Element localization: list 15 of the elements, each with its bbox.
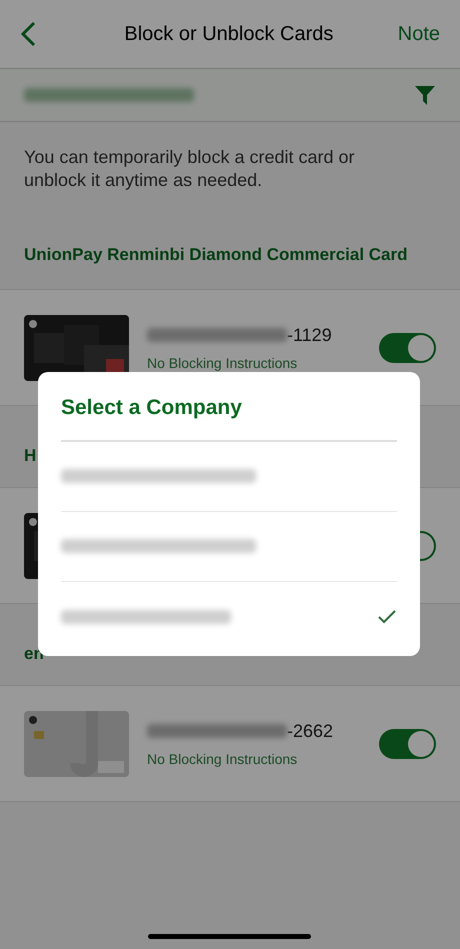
dialog-title: Select a Company — [61, 395, 243, 421]
card-status: No Blocking Instructions — [147, 750, 298, 769]
toggle-switch[interactable] — [379, 332, 436, 362]
back-icon[interactable] — [20, 21, 36, 47]
card-status: No Blocking Instructions — [147, 354, 298, 373]
page-title: Block or Unblock Cards — [124, 22, 334, 47]
filter-icon[interactable] — [414, 84, 436, 106]
card-number: -1129 — [287, 324, 332, 346]
note-button[interactable]: Note — [398, 19, 440, 49]
section-title: H — [24, 445, 36, 467]
toggle-switch[interactable] — [379, 728, 436, 758]
check-icon — [377, 608, 397, 624]
section-title: UnionPay Renminbi Diamond Commercial Card — [24, 244, 408, 266]
intro-text: You can temporarily block a credit card or unblock it anytime as needed. — [23, 146, 356, 192]
card-number: -2662 — [287, 720, 334, 742]
